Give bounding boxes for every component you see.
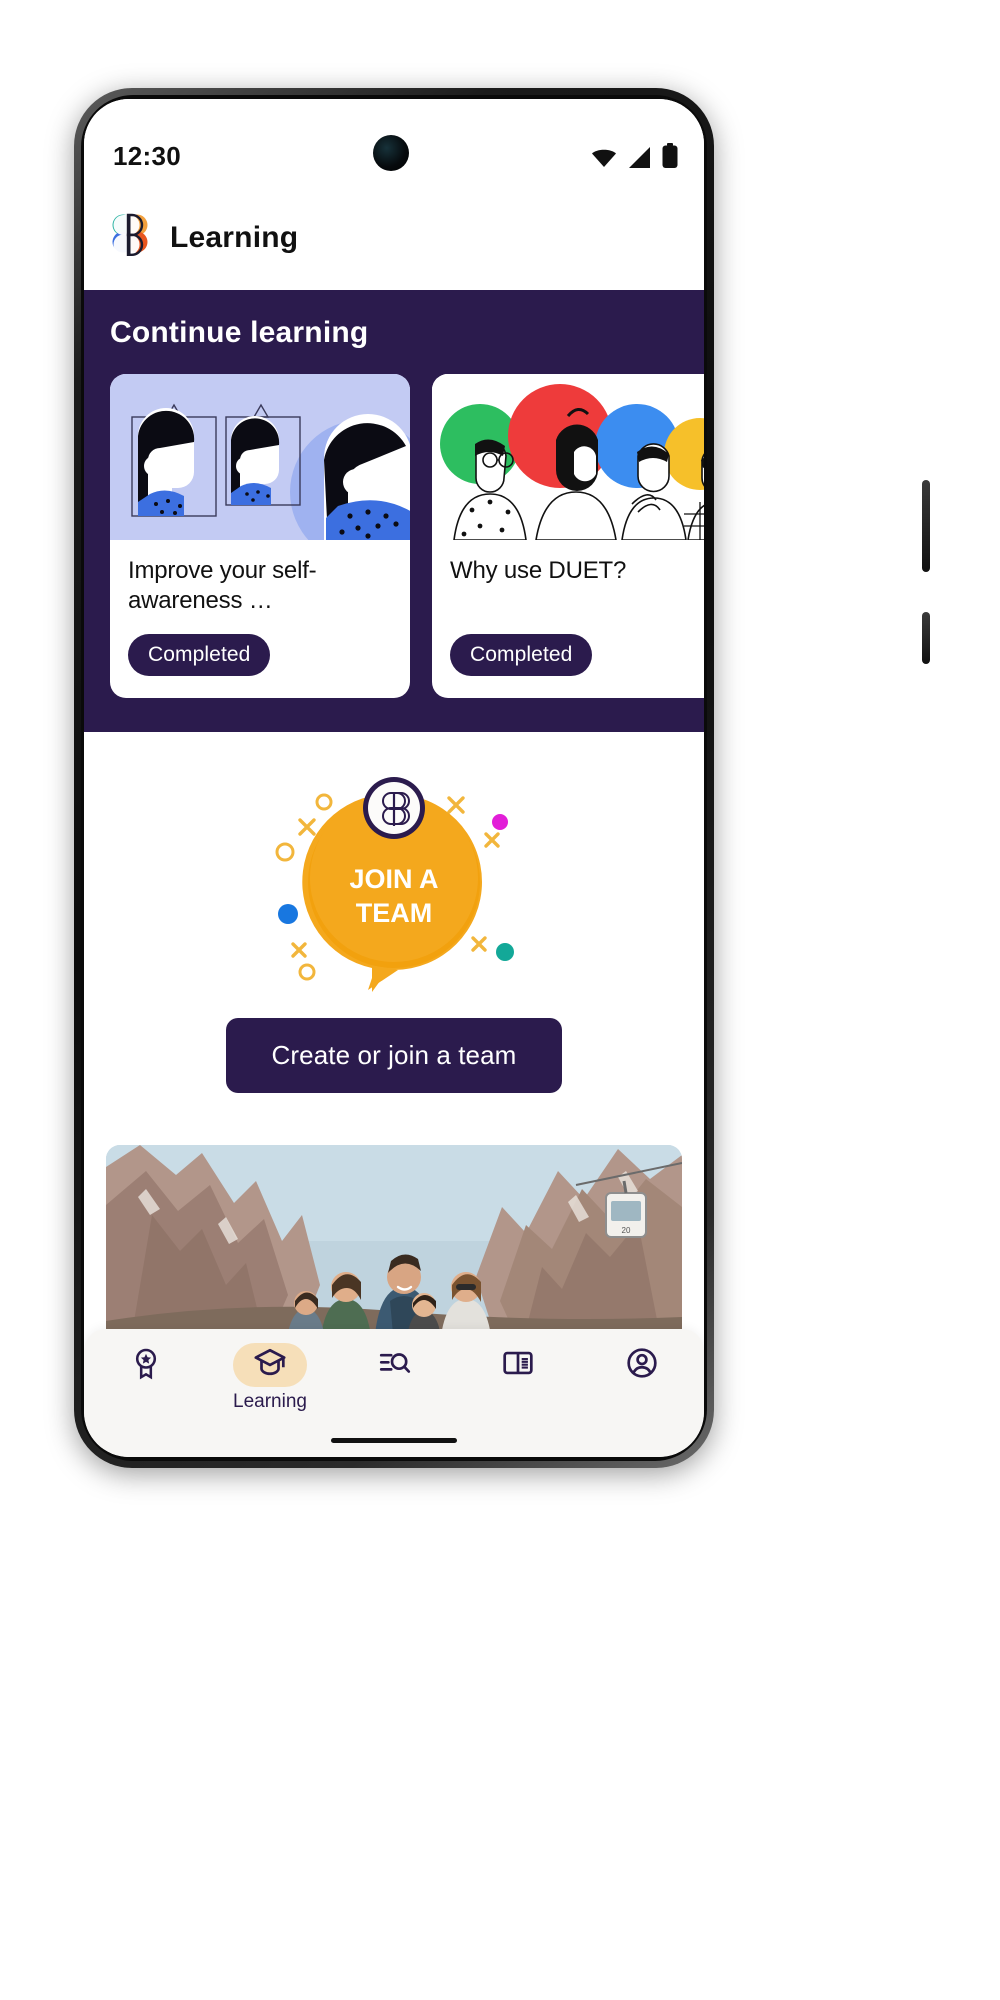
status-bar-clock: 12:30 — [113, 141, 181, 171]
course-card-body: Why use DUET? Completed — [432, 540, 704, 698]
nav-item-achievements[interactable] — [84, 1343, 208, 1391]
course-title: Improve your self-awareness … — [128, 557, 317, 614]
course-carousel[interactable]: Improve your self-awareness … Completed — [84, 374, 704, 698]
course-thumbnail — [432, 374, 704, 540]
bubble-line-2: TEAM — [356, 898, 433, 928]
course-thumbnail — [110, 374, 410, 540]
award-badge-icon — [129, 1346, 163, 1385]
account-circle-icon — [625, 1346, 659, 1385]
nav-pill-active — [233, 1343, 307, 1387]
create-or-join-team-button[interactable]: Create or join a team — [225, 1018, 563, 1093]
section-heading-continue-learning: Continue learning — [110, 316, 369, 349]
nav-item-learning[interactable]: Learning — [208, 1343, 332, 1413]
home-indicator[interactable] — [331, 1438, 457, 1443]
cellular-signal-icon — [628, 147, 651, 173]
front-camera-punch-hole — [373, 135, 409, 171]
phone-volume-button[interactable] — [922, 480, 930, 572]
book-open-icon — [501, 1346, 535, 1385]
bubble-line-1: JOIN A — [349, 864, 438, 894]
nav-item-search[interactable] — [332, 1343, 456, 1391]
course-card[interactable]: Improve your self-awareness … Completed — [110, 374, 410, 698]
status-bar-icons — [591, 143, 678, 173]
status-badge: Completed — [128, 634, 271, 676]
join-team-section: JOIN A TEAM Create or join a team — [84, 732, 704, 1111]
phone-screen: 12:30 Learning Continue learning Improve… — [84, 99, 704, 1457]
wifi-icon — [591, 148, 617, 173]
betterup-logo-icon[interactable] — [110, 213, 150, 262]
search-list-icon — [377, 1346, 411, 1385]
course-card-body: Improve your self-awareness … Completed — [110, 540, 410, 698]
nav-pill — [109, 1343, 183, 1387]
status-badge: Completed — [450, 634, 593, 676]
nav-label: Learning — [233, 1391, 307, 1412]
phone-power-button[interactable] — [922, 612, 930, 664]
course-card[interactable]: Why use DUET? Completed — [432, 374, 704, 698]
mountain-hikers-photo[interactable]: 20 — [106, 1145, 682, 1345]
svg-text:20: 20 — [622, 1226, 631, 1235]
join-a-team-badge-illustration: JOIN A TEAM — [275, 777, 514, 992]
nav-item-library[interactable] — [456, 1343, 580, 1391]
battery-icon — [662, 143, 678, 173]
continue-learning-section: Continue learning Improve your self-awar… — [84, 290, 704, 732]
graduation-cap-icon — [253, 1346, 287, 1385]
nav-item-profile[interactable] — [580, 1343, 704, 1391]
course-title: Why use DUET? — [450, 557, 627, 584]
nav-pill — [605, 1343, 679, 1387]
status-bar: 12:30 — [84, 99, 704, 185]
bottom-navigation-bar[interactable]: Learning — [84, 1329, 704, 1457]
nav-pill — [357, 1343, 431, 1387]
nav-pill — [481, 1343, 555, 1387]
app-title: Learning — [170, 220, 299, 254]
app-bar: Learning — [84, 185, 704, 290]
